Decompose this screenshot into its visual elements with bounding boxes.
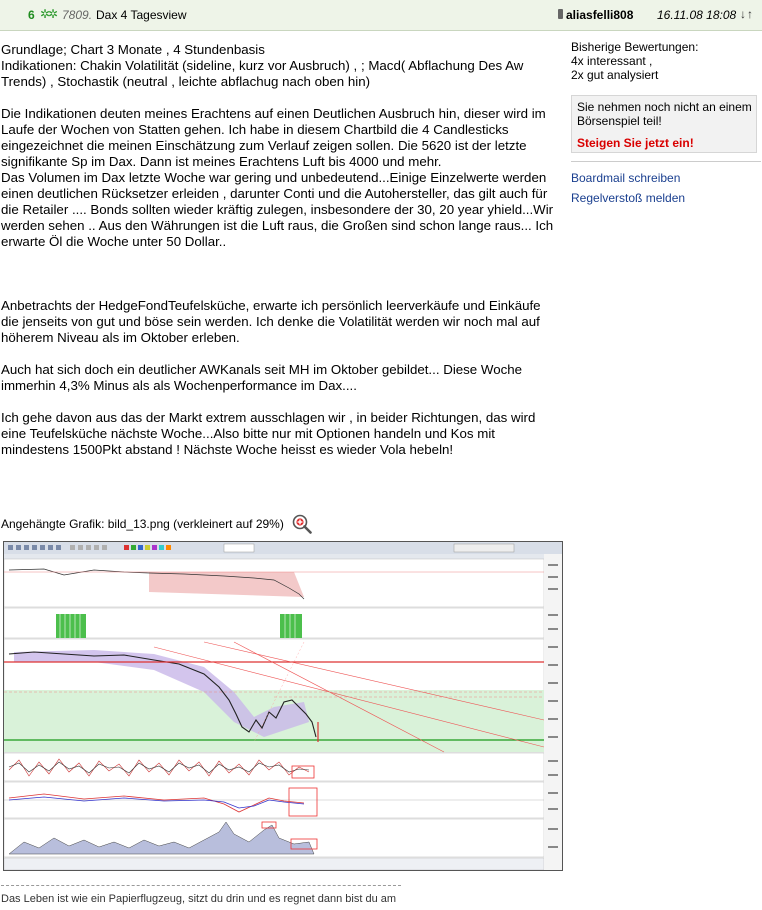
thread-icon: ✲✲ bbox=[40, 7, 58, 21]
post-body: Grundlage; Chart 3 Monate , 4 Stundenbas… bbox=[1, 42, 554, 474]
signature: Das Leben ist wie ein Papierflugzeug, si… bbox=[1, 893, 397, 905]
sidebar: Bisherige Bewertungen: 4x interessant , … bbox=[571, 40, 761, 205]
promo-text: Sie nehmen noch nicht an einem Börsenspi… bbox=[577, 100, 752, 128]
author-name[interactable]: aliasfelli808 bbox=[566, 8, 633, 22]
reply-count: 6 bbox=[28, 8, 35, 22]
rating-gut-analysiert: 2x gut analysiert bbox=[571, 68, 659, 82]
post-paragraph: Anbetrachts der HedgeFondTeufelsküche, e… bbox=[1, 298, 541, 345]
post-paragraph: Auch hat sich doch ein deutlicher AWKana… bbox=[1, 362, 523, 393]
post-header: 6 ✲✲ 7809. Dax 4 Tagesview aliasfelli808… bbox=[0, 0, 762, 31]
post-title[interactable]: Dax 4 Tagesview bbox=[96, 8, 187, 22]
post-paragraph: Die Indikationen deuten meines Erachtens… bbox=[1, 106, 554, 249]
rating-title: Bisherige Bewertungen: bbox=[571, 40, 699, 54]
promo-cta-link[interactable]: Steigen Sie jetzt ein! bbox=[577, 136, 694, 150]
post-paragraph bbox=[1, 266, 554, 282]
report-link[interactable]: Regelverstoß melden bbox=[571, 191, 685, 205]
post-paragraph: Ich gehe davon aus das der Markt extrem … bbox=[1, 410, 536, 457]
post-id: 7809. bbox=[62, 8, 93, 22]
sidebar-divider bbox=[571, 161, 761, 162]
rating-interessant: 4x interessant , bbox=[571, 54, 653, 68]
sort-arrows-icon[interactable]: ↓↑ bbox=[740, 7, 754, 21]
attached-chart-image[interactable] bbox=[3, 541, 563, 871]
post-date: 16.11.08 18:08 bbox=[657, 8, 737, 22]
user-icon bbox=[558, 9, 563, 19]
zoom-in-icon[interactable] bbox=[292, 514, 312, 534]
boersenspiel-promo: Sie nehmen noch nicht an einem Börsenspi… bbox=[571, 95, 757, 153]
post-paragraph: Grundlage; Chart 3 Monate , 4 Stundenbas… bbox=[1, 42, 524, 89]
boardmail-link[interactable]: Boardmail schreiben bbox=[571, 171, 680, 185]
signature-divider bbox=[1, 885, 401, 886]
attachment-label: Angehängte Grafik: bild_13.png (verklein… bbox=[1, 517, 284, 531]
